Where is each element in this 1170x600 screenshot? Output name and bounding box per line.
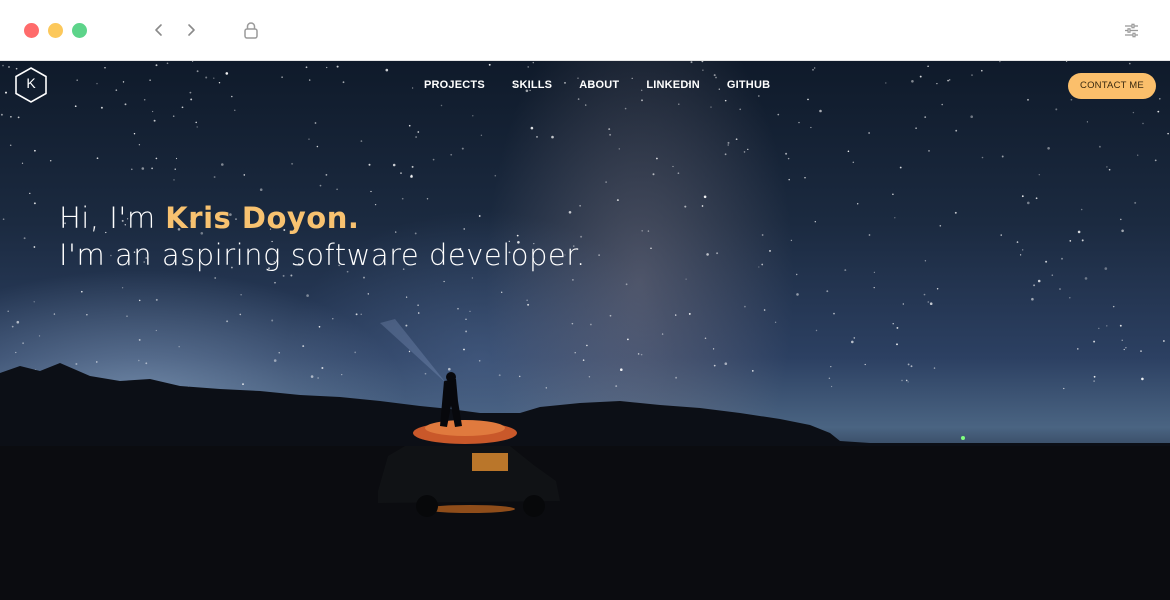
developer-name: Kris Doyon. (165, 201, 360, 235)
contact-me-button[interactable]: CONTACT ME (1068, 73, 1156, 99)
nav-link-github[interactable]: GITHUB (727, 78, 770, 92)
hero-headline: Hi, I'm Kris Doyon. I'm an aspiring soft… (59, 200, 586, 274)
maximize-window-button[interactable] (72, 23, 87, 38)
sliders-icon[interactable] (1123, 22, 1140, 39)
night-landscape-image (0, 319, 1170, 600)
close-window-button[interactable] (24, 23, 39, 38)
minimize-window-button[interactable] (48, 23, 63, 38)
tagline: I'm an aspiring software developer. (59, 238, 586, 272)
lock-icon (244, 22, 258, 39)
greeting-line: Hi, I'm Kris Doyon. (59, 200, 586, 237)
browser-toolbar (0, 0, 1170, 61)
nav-link-linkedin[interactable]: LINKEDIN (646, 78, 700, 92)
main-nav: PROJECTS SKILLS ABOUT LINKEDIN GITHUB (424, 78, 797, 92)
greeting-prefix: Hi, I'm (59, 201, 166, 235)
nav-link-skills[interactable]: SKILLS (512, 78, 552, 92)
logo-letter: K (26, 75, 36, 91)
hero-section: K PROJECTS SKILLS ABOUT LINKEDIN GITHUB … (0, 61, 1170, 600)
chevron-left-icon[interactable] (151, 22, 167, 38)
nav-link-about[interactable]: ABOUT (579, 78, 619, 92)
chevron-right-icon[interactable] (183, 22, 199, 38)
nav-link-projects[interactable]: PROJECTS (424, 78, 485, 92)
